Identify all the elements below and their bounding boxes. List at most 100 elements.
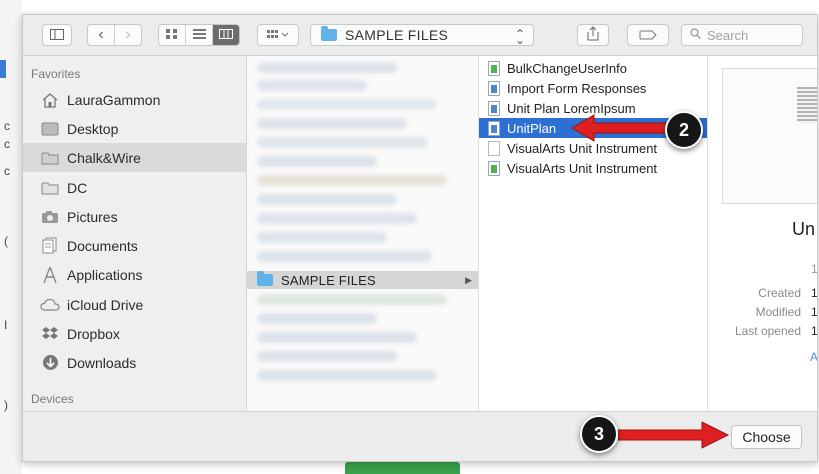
folder-icon	[39, 179, 61, 197]
blurred-list-item[interactable]	[257, 332, 417, 343]
background-text: c	[4, 137, 10, 151]
background-button	[345, 462, 460, 474]
sidebar-item-lauragammon[interactable]: LauraGammon	[23, 85, 246, 114]
icon-view-button[interactable]	[159, 25, 186, 45]
sidebar-item-label: LauraGammon	[67, 91, 161, 108]
background-text: )	[4, 398, 8, 412]
preview-size: 1	[811, 262, 817, 276]
blank-file-icon	[488, 140, 500, 156]
blurred-list-item[interactable]	[257, 118, 407, 129]
cloud-icon	[39, 296, 61, 314]
sidebar-toggle-icon	[50, 28, 64, 43]
spreadsheet-file-icon	[488, 60, 500, 76]
forward-button[interactable]: ›	[115, 25, 141, 45]
sidebar-item-downloads[interactable]: Downloads	[23, 348, 246, 377]
search-placeholder: Search	[707, 27, 749, 43]
blurred-list-item[interactable]	[257, 99, 437, 110]
blurred-list-item[interactable]	[257, 232, 387, 243]
file-row-import-form-responses[interactable]: Import Form Responses	[479, 78, 707, 98]
tag-button[interactable]	[627, 24, 669, 46]
documents-icon	[39, 237, 61, 255]
doc-file-icon	[488, 100, 500, 116]
blurred-list-item[interactable]	[257, 313, 377, 324]
sidebar-item-label: Chalk&Wire	[67, 149, 141, 166]
choose-button[interactable]: Choose	[731, 425, 802, 449]
chevron-updown-icon: ⌃ ⌄	[514, 27, 525, 47]
back-forward-control: ‹ ›	[87, 24, 142, 46]
blurred-list-item[interactable]	[257, 213, 417, 224]
column-view-icon	[219, 26, 233, 44]
camera-icon	[39, 208, 61, 226]
dialog-toolbar: ‹ › SAMPLE FILES ⌃ ⌄ Search	[23, 15, 817, 56]
blurred-list-item[interactable]	[257, 251, 432, 262]
search-input[interactable]: Search	[681, 24, 803, 46]
file-label: BulkChangeUserInfo	[507, 60, 627, 76]
background-text: c	[4, 119, 10, 133]
sidebar: Favorites LauraGammon Desktop Chalk&Wire…	[23, 56, 247, 411]
file-label: Import Form Responses	[507, 80, 647, 96]
sidebar-item-icloud-drive[interactable]: iCloud Drive	[23, 290, 246, 319]
sidebar-item-label: DC	[67, 179, 88, 196]
path-popup[interactable]: SAMPLE FILES ⌃ ⌄	[310, 24, 534, 47]
doc-file-icon	[488, 80, 500, 96]
folder-icon	[321, 26, 337, 41]
background-accent	[0, 60, 6, 78]
meta-created-label: Created	[758, 286, 801, 300]
blurred-list-item[interactable]	[257, 194, 397, 205]
back-button[interactable]: ‹	[88, 25, 115, 45]
share-button[interactable]	[577, 24, 609, 46]
list-view-button[interactable]	[186, 25, 213, 45]
sidebar-item-applications[interactable]: Applications	[23, 260, 246, 289]
preview-title: Un	[792, 219, 816, 239]
column-view-button[interactable]	[213, 25, 239, 45]
dropbox-icon	[39, 325, 61, 343]
blurred-list-item[interactable]	[257, 175, 447, 186]
devices-heading: Devices	[31, 392, 74, 406]
arrange-button[interactable]	[257, 24, 299, 46]
blurred-list-item[interactable]	[257, 351, 397, 362]
selected-folder-row[interactable]: SAMPLE FILES ▶	[247, 271, 478, 289]
doc-file-icon	[488, 120, 500, 136]
blurred-list-item[interactable]	[257, 62, 397, 73]
favorites-heading: Favorites	[31, 67, 81, 81]
blurred-list-item[interactable]	[257, 370, 437, 381]
selected-folder-label: SAMPLE FILES	[281, 272, 376, 288]
sidebar-item-label: Applications	[67, 266, 143, 283]
disclosure-arrow-icon: ▶	[465, 274, 472, 285]
step-badge-3: 3	[580, 415, 618, 453]
search-icon	[690, 26, 701, 44]
folder-icon	[39, 149, 61, 167]
file-row-visualarts-unit-instrument-sheet[interactable]: VisualArts Unit Instrument	[479, 158, 707, 178]
document-thumbnail	[722, 68, 817, 204]
background-text: c	[4, 164, 10, 178]
step-badge-2: 2	[665, 111, 703, 149]
sidebar-item-dc[interactable]: DC	[23, 173, 246, 202]
sidebar-item-chalk-wire[interactable]: Chalk&Wire	[23, 143, 246, 172]
list-view-icon	[192, 26, 206, 44]
sidebar-item-dropbox[interactable]: Dropbox	[23, 319, 246, 348]
blurred-list-item[interactable]	[257, 156, 377, 167]
download-icon	[39, 354, 61, 372]
preview-pane: Un 1 Created 1 Modified 1 Last opened 1 …	[708, 56, 817, 411]
file-row-bulkchangeuserinfo[interactable]: BulkChangeUserInfo	[479, 58, 707, 78]
arrange-icon	[267, 28, 289, 43]
background-text: I	[4, 318, 8, 332]
file-label: VisualArts Unit Instrument	[507, 160, 658, 176]
blurred-list-item[interactable]	[257, 294, 447, 305]
sidebar-item-pictures[interactable]: Pictures	[23, 202, 246, 231]
sidebar-item-label: Desktop	[67, 120, 119, 137]
sidebar-item-documents[interactable]: Documents	[23, 231, 246, 260]
folder-icon	[257, 271, 273, 286]
path-popup-label: SAMPLE FILES	[345, 27, 449, 43]
sidebar-item-desktop[interactable]: Desktop	[23, 114, 246, 143]
meta-modified-value: 1	[811, 305, 817, 319]
share-icon	[587, 26, 599, 44]
icon-view-icon	[166, 26, 178, 44]
preview-link[interactable]: A	[810, 350, 817, 364]
sidebar-toggle-button[interactable]	[42, 24, 72, 46]
file-open-dialog: ‹ › SAMPLE FILES ⌃ ⌄ Search Favorites La…	[22, 14, 818, 462]
forward-icon: ›	[125, 26, 131, 43]
blurred-list-item[interactable]	[257, 80, 367, 91]
blurred-list-item[interactable]	[257, 137, 427, 148]
browser-column-1: SAMPLE FILES ▶	[247, 56, 479, 411]
